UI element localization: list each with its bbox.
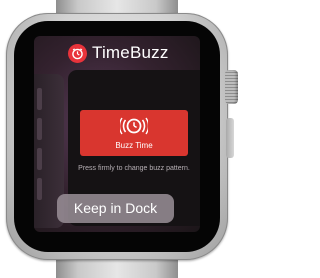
dock-card-indicator <box>37 148 42 170</box>
watch-screen: TimeBuzz Buzz Time Press firmly to chang… <box>34 36 200 232</box>
dock-card-indicator <box>37 178 42 200</box>
app-name: TimeBuzz <box>92 43 169 62</box>
dock-card-indicator <box>37 88 42 110</box>
alarm-clock-icon <box>120 117 148 135</box>
buzz-time-label: Buzz Time <box>115 141 153 150</box>
dock-card-indicator <box>37 118 42 140</box>
digital-crown[interactable] <box>225 70 238 104</box>
hint-text: Press firmly to change buzz pattern. <box>78 165 190 172</box>
side-button[interactable] <box>226 118 234 158</box>
buzz-time-button[interactable]: Buzz Time <box>80 110 188 156</box>
app-header: TimeBuzz <box>34 40 200 66</box>
alarm-clock-icon <box>68 43 87 63</box>
keep-in-dock-button[interactable]: Keep in Dock <box>57 194 174 223</box>
